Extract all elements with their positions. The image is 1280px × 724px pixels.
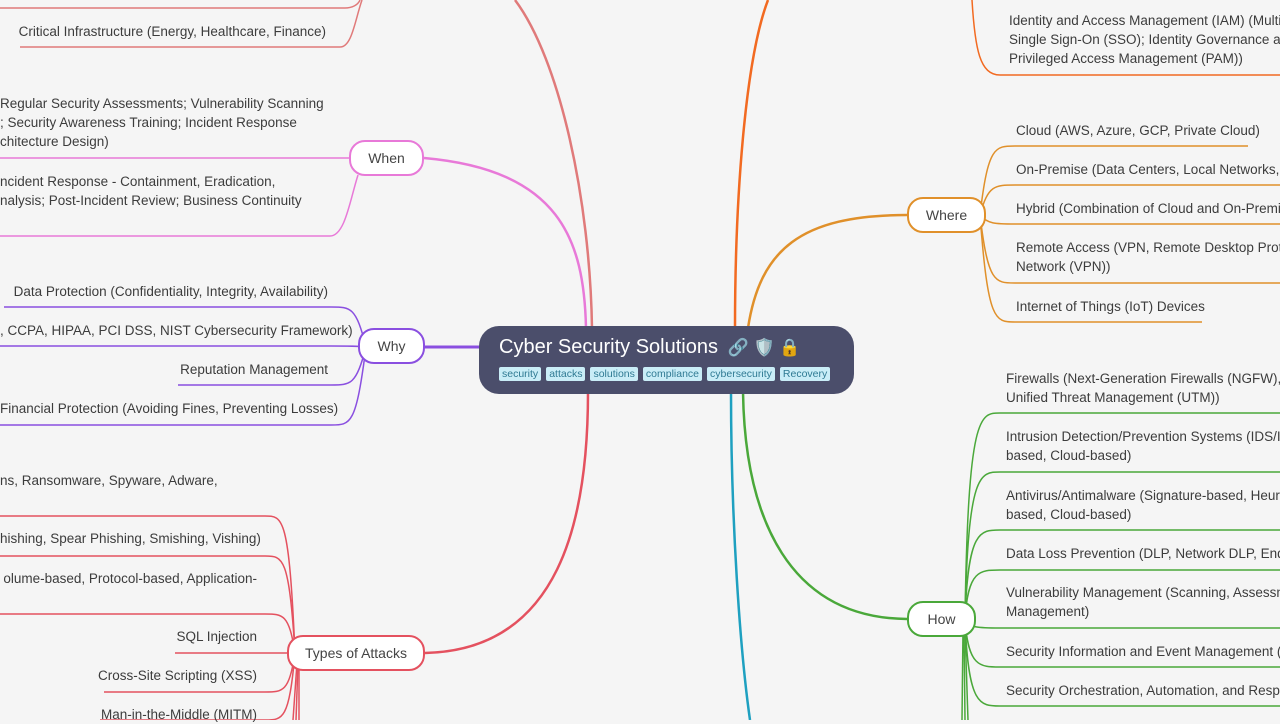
branch-how[interactable]: How [907,601,976,637]
leaf-when-reactive[interactable]: ncident Response - Containment, Eradicat… [0,172,302,210]
connector-root-when [423,156,588,329]
root-icons: 🔗 🛡️ 🔒 [728,338,801,357]
leaf-where-cloud[interactable]: Cloud (AWS, Azure, GCP, Private Cloud) [1016,121,1260,140]
leaf-where-hybrid[interactable]: Hybrid (Combination of Cloud and On-Prem… [1016,199,1280,218]
root-tags: security attacks solutions compliance cy… [499,367,834,381]
connector-how-offscreen [961,628,964,720]
branch-where[interactable]: Where [907,197,986,233]
leaf-how-siem[interactable]: Security Information and Event Managemen… [1006,642,1280,661]
connector-root-types-of-attacks [424,391,590,655]
leaf-how-vulnerability-management[interactable]: Vulnerability Management (Scanning, Asse… [1006,583,1280,621]
root-title: Cyber Security Solutions [499,336,718,358]
connector-root-where [746,213,908,329]
leaf-how-dlp[interactable]: Data Loss Prevention (DLP, Network DLP, … [1006,544,1280,563]
tag[interactable]: cybersecurity [707,367,775,381]
leaf-why-data-protection[interactable]: Data Protection (Confidentiality, Integr… [0,282,328,301]
leaf-how-soar[interactable]: Security Orchestration, Automation, and … [1006,681,1280,700]
connector-why-leaf-1 [0,345,367,348]
leaf-how-antivirus[interactable]: Antivirus/Antimalware (Signature-based, … [1006,486,1280,524]
branch-why[interactable]: Why [358,328,425,364]
tag[interactable]: security [499,367,542,381]
leaf-what-critical-infrastructure[interactable]: Critical Infrastructure (Energy, Healthc… [0,22,326,41]
leaf-how-firewalls[interactable]: Firewalls (Next-Generation Firewalls (NG… [1006,369,1280,407]
tag[interactable]: solutions [590,367,638,381]
tag[interactable]: compliance [642,367,703,381]
shield-icon: 🛡️ [753,338,775,357]
leaf-where-remote-access[interactable]: Remote Access (VPN, Remote Desktop Proto… [1016,238,1280,276]
leaf-where-on-premise[interactable]: On-Premise (Data Centers, Local Networks… [1016,160,1280,179]
lock-icon: 🔒 [779,338,801,357]
leaf-why-financial[interactable]: Financial Protection (Avoiding Fines, Pr… [0,399,338,418]
link-icon: 🔗 [727,338,749,357]
leaf-attack-mitm[interactable]: Man-in-the-Middle (MITM) [0,705,257,724]
leaf-attack-sql-injection[interactable]: SQL Injection [0,627,257,646]
leaf-who-iam[interactable]: Identity and Access Management (IAM) (Mu… [1009,11,1280,68]
tag[interactable]: attacks [546,367,586,381]
leaf-attack-dos[interactable]: olume-based, Protocol-based, Application… [0,569,257,588]
leaf-attack-malware[interactable]: ns, Ransomware, Spyware, Adware, [0,471,218,490]
branch-when[interactable]: When [349,140,424,176]
leaf-how-ids-ips[interactable]: Intrusion Detection/Prevention Systems (… [1006,427,1280,465]
root-node[interactable]: Cyber Security Solutions 🔗 🛡️ 🔒 security… [479,326,854,394]
leaf-attack-xss[interactable]: Cross-Site Scripting (XSS) [0,666,257,685]
branch-types-of-attacks[interactable]: Types of Attacks [287,635,425,671]
leaf-when-proactive[interactable]: Regular Security Assessments; Vulnerabil… [0,94,324,151]
leaf-where-iot[interactable]: Internet of Things (IoT) Devices [1016,297,1205,316]
leaf-why-compliance[interactable]: , CCPA, HIPAA, PCI DSS, NIST Cybersecuri… [0,321,353,340]
tag[interactable]: Recovery [779,367,831,381]
leaf-why-reputation[interactable]: Reputation Management [0,360,328,379]
leaf-attack-phishing[interactable]: hishing, Spear Phishing, Smishing, Vishi… [0,529,261,548]
connector-what-leaf-top [0,0,361,9]
connector-root-how [741,391,908,621]
